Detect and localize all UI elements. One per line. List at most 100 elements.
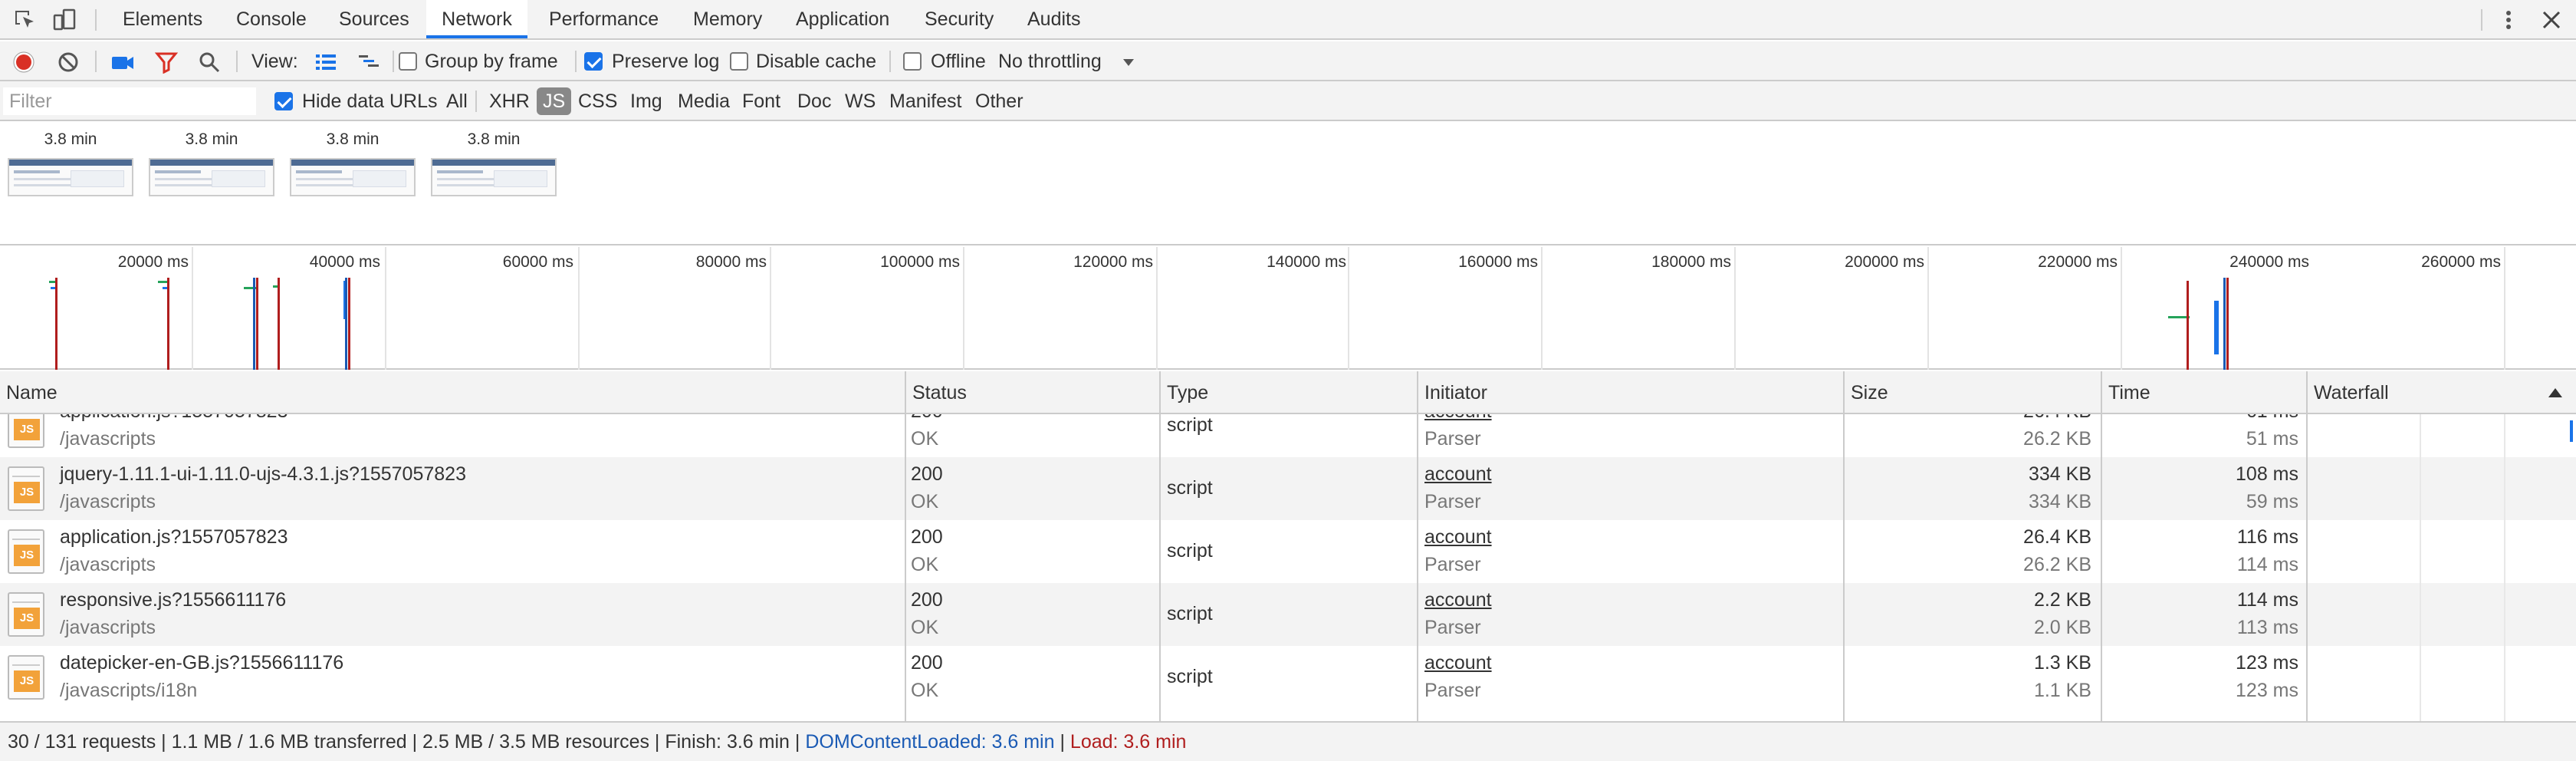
record-icon[interactable]	[12, 51, 35, 74]
toolbar-divider	[236, 51, 238, 72]
resource-size: 1.1 KB	[2033, 680, 2091, 701]
filter-type-all[interactable]: All	[440, 87, 474, 115]
filter-type-media[interactable]: Media	[672, 87, 736, 115]
chevron-down-icon[interactable]	[1121, 54, 1136, 69]
filter-type-img[interactable]: Img	[624, 87, 669, 115]
preserve-log-label: Preserve log	[612, 51, 720, 72]
latency-time: 113 ms	[2236, 617, 2298, 638]
large-rows-icon[interactable]	[314, 51, 337, 74]
toolbar-divider	[95, 9, 97, 31]
timeline-overview[interactable]: 20000 ms 40000 ms 60000 ms 80000 ms 1000…	[0, 247, 2576, 370]
throttling-select[interactable]: No throttling	[998, 41, 1102, 81]
capture-screenshots-icon[interactable]	[110, 51, 133, 74]
tab-performance[interactable]: Performance	[549, 0, 659, 38]
column-header-size[interactable]: Size	[1845, 371, 2102, 414]
js-file-icon: JS	[8, 592, 44, 637]
table-row[interactable]: JS application.js?1557057823 /javascript…	[0, 414, 2576, 457]
initiator-link[interactable]: account	[1424, 652, 1492, 674]
clear-icon[interactable]	[57, 51, 80, 74]
resource-size: 26.2 KB	[2023, 428, 2091, 450]
view-label: View:	[251, 51, 298, 72]
network-toolbar: View: Group by frame Preserve log Disabl…	[0, 41, 2576, 81]
column-divider[interactable]	[2101, 414, 2102, 721]
toolbar-divider	[95, 51, 97, 72]
column-header-waterfall[interactable]: Waterfall	[2308, 371, 2576, 414]
column-divider[interactable]	[1843, 414, 1845, 721]
table-row[interactable]: JS application.js?1557057823 /javascript…	[0, 520, 2576, 583]
table-header: Name Status Type Initiator Size Time Wat…	[0, 371, 2576, 414]
filter-type-css[interactable]: CSS	[572, 87, 623, 115]
summary-divider: |	[1060, 731, 1065, 753]
devtools-tab-bar: Elements Console Sources Network Perform…	[0, 0, 2576, 40]
filter-type-manifest[interactable]: Manifest	[883, 87, 968, 115]
initiator-link[interactable]: account	[1424, 414, 1492, 423]
column-header-status[interactable]: Status	[906, 371, 1161, 414]
grid-line	[770, 247, 771, 370]
screenshot-frame[interactable]: 3.8 min	[431, 130, 557, 196]
screenshot-frame[interactable]: 3.8 min	[8, 130, 133, 196]
tab-memory[interactable]: Memory	[693, 0, 762, 38]
screenshot-time: 3.8 min	[467, 130, 521, 148]
screenshot-frame[interactable]: 3.8 min	[149, 130, 274, 196]
hide-data-urls-checkbox[interactable]	[274, 92, 293, 110]
table-row[interactable]: JS jquery-1.11.1-ui-1.11.0-ujs-4.3.1.js?…	[0, 457, 2576, 520]
filter-type-js[interactable]: JS	[537, 87, 572, 115]
column-header-type[interactable]: Type	[1161, 371, 1418, 414]
initiator-type: Parser	[1424, 554, 1481, 575]
filter-input[interactable]	[3, 87, 256, 115]
initiator-link[interactable]: account	[1424, 526, 1492, 549]
inspect-element-icon[interactable]	[12, 8, 37, 32]
overview-tick: 80000 ms	[695, 253, 767, 271]
load-marker	[2187, 281, 2189, 370]
request-path: /javascripts	[60, 428, 156, 450]
more-options-icon[interactable]	[2496, 8, 2521, 32]
column-divider[interactable]	[2306, 414, 2308, 721]
disable-cache-checkbox[interactable]	[730, 52, 748, 71]
screenshot-thumbnail	[149, 158, 274, 196]
filter-type-other[interactable]: Other	[969, 87, 1030, 115]
js-file-icon: JS	[8, 414, 44, 448]
latency-time: 59 ms	[2246, 491, 2298, 512]
filter-type-font[interactable]: Font	[736, 87, 787, 115]
column-header-time[interactable]: Time	[2102, 371, 2308, 414]
table-row[interactable]: JS responsive.js?1556611176 /javascripts…	[0, 583, 2576, 646]
screenshot-thumbnail	[431, 158, 557, 196]
group-by-frame-checkbox[interactable]	[399, 52, 417, 71]
column-header-initiator[interactable]: Initiator	[1418, 371, 1845, 414]
filter-type-ws[interactable]: WS	[839, 87, 882, 115]
js-badge-label: JS	[14, 545, 40, 566]
tab-console[interactable]: Console	[236, 0, 307, 38]
search-icon[interactable]	[198, 51, 221, 74]
screenshot-frame[interactable]: 3.8 min	[290, 130, 416, 196]
load-marker	[167, 278, 169, 370]
column-header-name[interactable]: Name	[0, 371, 906, 414]
overview-tick: 260000 ms	[2421, 253, 2501, 271]
offline-checkbox[interactable]	[903, 52, 922, 71]
tab-audits[interactable]: Audits	[1027, 0, 1080, 38]
filter-type-xhr[interactable]: XHR	[483, 87, 536, 115]
column-divider[interactable]	[1159, 414, 1161, 721]
js-file-icon: JS	[8, 655, 44, 700]
request-name: application.js?1557057823	[60, 414, 288, 423]
tab-application[interactable]: Application	[796, 0, 889, 38]
preserve-log-checkbox[interactable]	[584, 52, 603, 71]
column-divider[interactable]	[905, 414, 906, 721]
tab-security[interactable]: Security	[925, 0, 994, 38]
latency-time: 51 ms	[2246, 428, 2298, 450]
table-row[interactable]: JS datepicker-en-GB.js?1556611176 /javas…	[0, 646, 2576, 709]
screenshot-thumbnail	[290, 158, 416, 196]
tab-sources[interactable]: Sources	[339, 0, 409, 38]
initiator-link[interactable]: account	[1424, 463, 1492, 486]
filter-icon[interactable]	[154, 51, 179, 74]
overview-icon[interactable]	[357, 51, 380, 74]
sort-ascending-icon	[2548, 388, 2562, 397]
filter-type-doc[interactable]: Doc	[791, 87, 837, 115]
initiator-link[interactable]: account	[1424, 589, 1492, 611]
device-toolbar-icon[interactable]	[52, 8, 77, 32]
screenshot-time: 3.8 min	[185, 130, 238, 148]
tab-network[interactable]: Network	[426, 0, 527, 38]
close-icon[interactable]	[2539, 8, 2564, 32]
column-divider[interactable]	[1417, 414, 1418, 721]
tab-elements[interactable]: Elements	[123, 0, 202, 38]
js-file-icon: JS	[8, 466, 44, 511]
